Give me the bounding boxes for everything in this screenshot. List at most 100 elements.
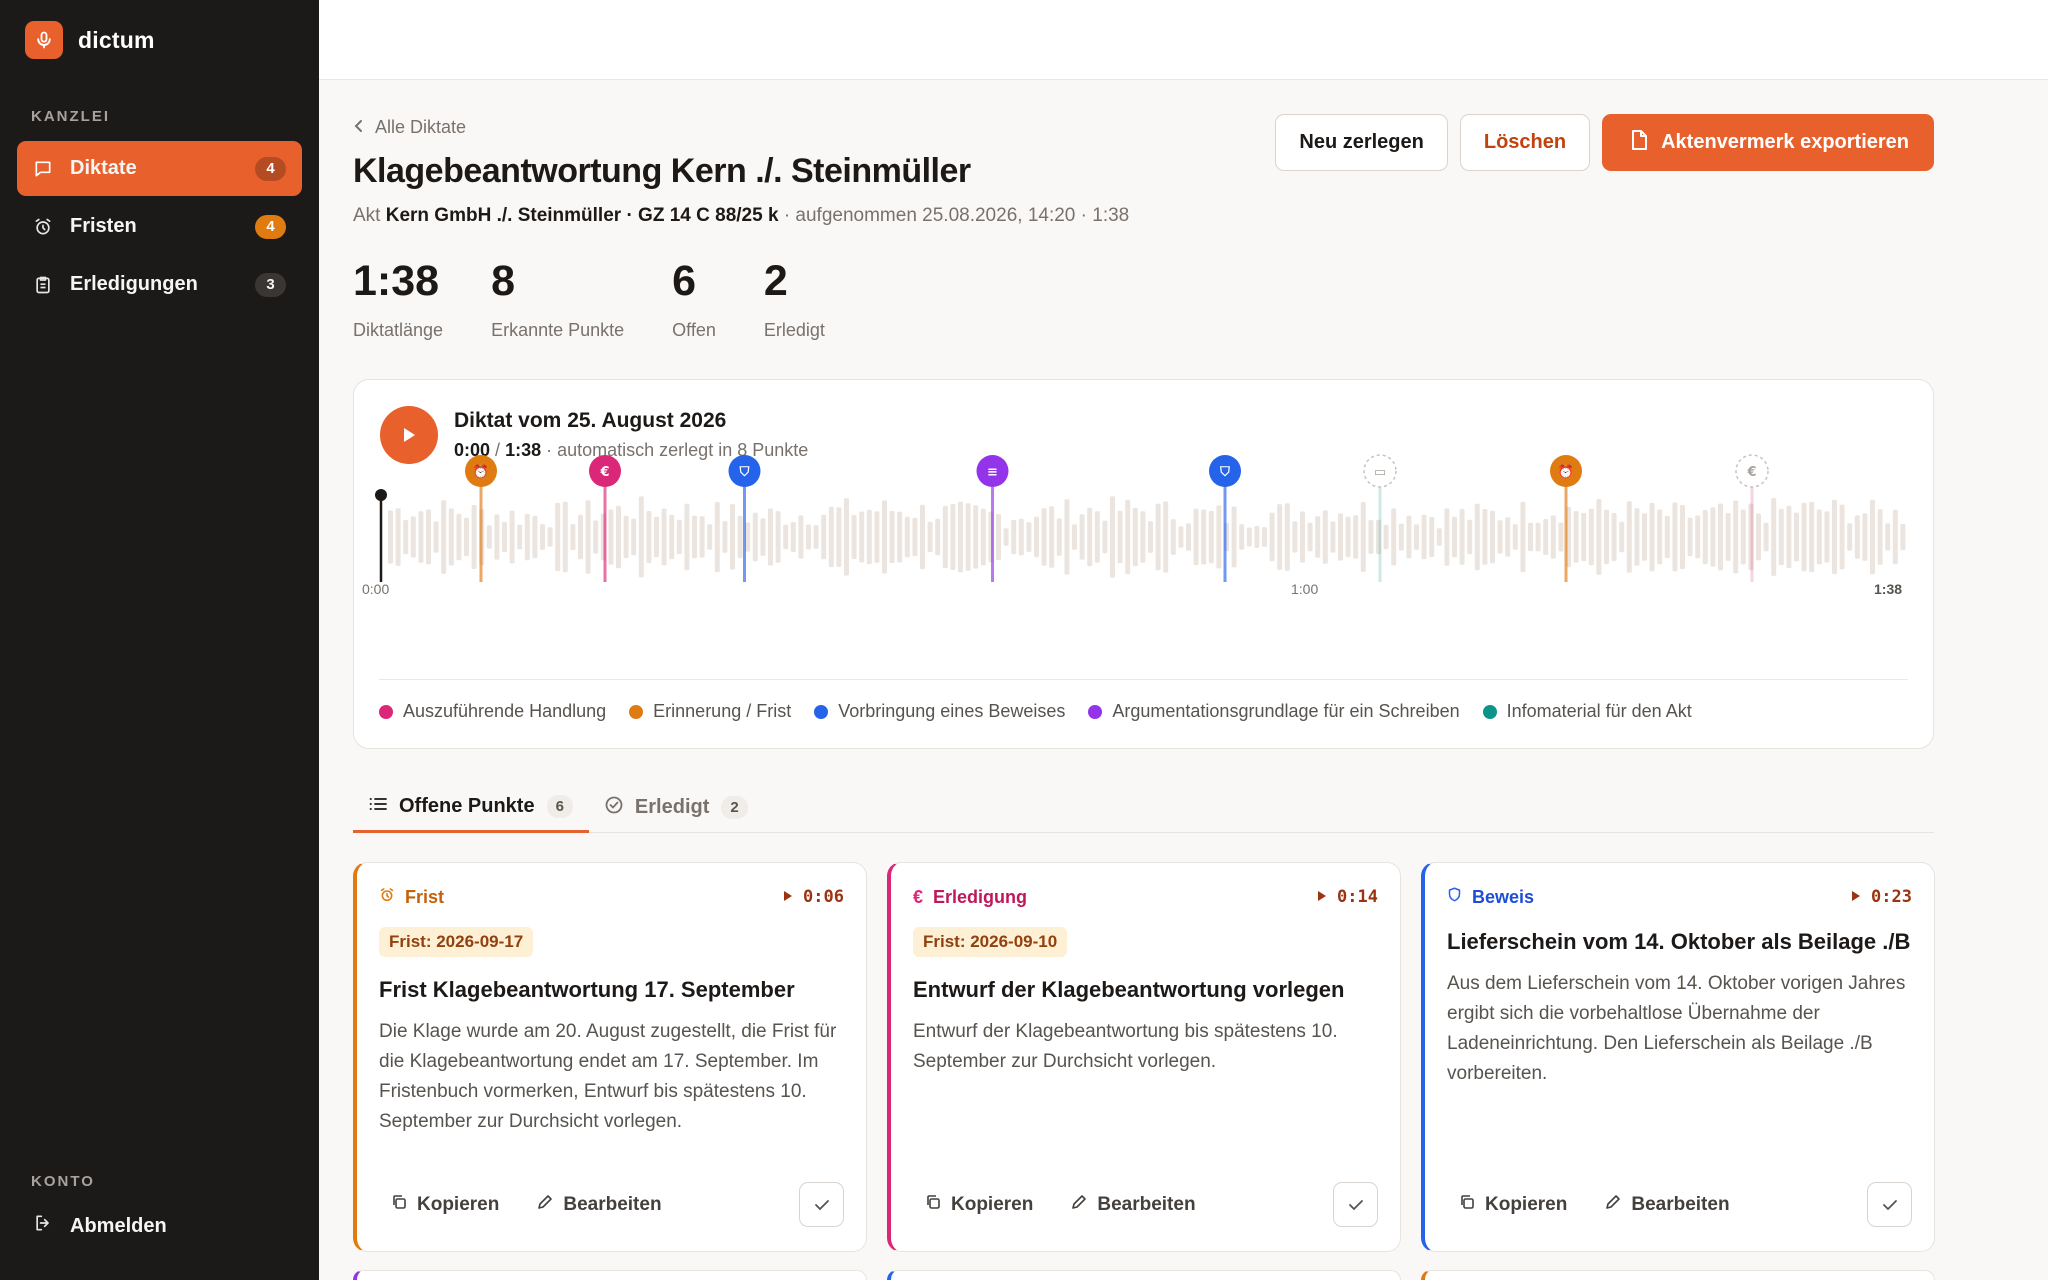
waveform-bar: [1771, 498, 1777, 576]
waveform-bar: [426, 509, 431, 565]
delete-button[interactable]: Löschen: [1459, 114, 1591, 171]
waveform-bar: [1801, 502, 1807, 572]
jump-to-time-button[interactable]: 0:23: [1851, 887, 1912, 907]
back-link[interactable]: Alle Diktate: [353, 117, 466, 138]
stat-label: Offen: [672, 320, 716, 340]
waveform-bar: [623, 515, 629, 559]
edit-button[interactable]: Bearbeiten: [525, 1194, 662, 1216]
jump-to-time-button[interactable]: 0:14: [1317, 887, 1378, 907]
mark-done-button[interactable]: [799, 1182, 844, 1227]
jump-to-time-button[interactable]: 0:06: [783, 887, 844, 907]
waveform-bar: [1102, 520, 1108, 554]
sidebar-item-fristen[interactable]: Fristen 4: [17, 199, 302, 254]
stat-value: 6: [672, 257, 697, 305]
check-icon: [814, 1199, 829, 1210]
waveform-bar: [714, 502, 720, 573]
tab-open-items[interactable]: Offene Punkte 6: [353, 782, 589, 833]
time-label-end: 1:38: [1874, 581, 1902, 597]
logout-icon: [33, 1213, 53, 1239]
stat-done: 2 Erledigt: [764, 260, 825, 341]
waveform-bar: [1733, 500, 1739, 574]
waveform-bar: [433, 521, 439, 553]
waveform-bar: [1809, 501, 1815, 573]
waveform-bar: [1262, 527, 1267, 547]
copy-button[interactable]: Kopieren: [1447, 1194, 1567, 1216]
waveform-bar: [980, 508, 986, 566]
play-button[interactable]: [380, 406, 438, 464]
sidebar-item-erledigungen[interactable]: Erledigungen 3: [17, 257, 302, 312]
stat-duration: 1:38 Diktatlänge: [353, 260, 443, 341]
waveform-bar: [866, 509, 872, 565]
waveform-bar: [1847, 523, 1853, 551]
waveform-bar: [874, 511, 880, 563]
waveform-bar: [1505, 517, 1511, 557]
waveform-bar: [821, 514, 827, 560]
count-badge: 4: [255, 156, 286, 181]
waveform-bar: [1512, 524, 1518, 550]
waveform-bar: [1740, 509, 1746, 565]
sidebar-item-diktate[interactable]: Diktate 4: [17, 141, 302, 196]
waveform-bar: [1239, 524, 1245, 550]
waveform-bar: [494, 514, 500, 560]
edit-button[interactable]: Bearbeiten: [1593, 1194, 1730, 1216]
stat-open: 6 Offen: [672, 260, 716, 341]
mark-done-button[interactable]: [1333, 1182, 1378, 1227]
copy-button[interactable]: Kopieren: [913, 1194, 1033, 1216]
sidebar-item-label: Fristen: [70, 215, 137, 237]
tab-label: Offene Punkte: [399, 794, 535, 817]
task-card[interactable]: Frist 0:06 Frist: 2026-09-17 Frist Klage…: [353, 862, 867, 1252]
play-icon: [404, 428, 415, 442]
shield-icon: ⛉: [739, 465, 750, 480]
edit-button[interactable]: Bearbeiten: [1059, 1194, 1196, 1216]
waveform-bar: [950, 504, 956, 570]
waveform[interactable]: ⏰ € ⛉ ≡ ⛉ ▭ ⏰ € 0:00 1:00 1:38: [354, 454, 1935, 600]
waveform-bar: [517, 524, 523, 550]
waveform-bar: [1018, 518, 1024, 556]
card-type: € Erledigung: [913, 887, 1027, 908]
waveform-bar: [790, 522, 796, 552]
legend-dot: [1088, 704, 1103, 719]
task-card-peek[interactable]: [887, 1270, 1401, 1280]
task-card-peek[interactable]: [353, 1270, 867, 1280]
task-card[interactable]: Beweis 0:23 Lieferschein vom 14. Oktober…: [1421, 862, 1935, 1252]
waveform-bar: [1034, 516, 1039, 558]
task-card[interactable]: € Erledigung 0:14 Frist: 2026-09-10 Entw…: [887, 862, 1401, 1252]
card-type: Beweis: [1447, 886, 1534, 908]
export-button[interactable]: Aktenvermerk exportieren: [1602, 114, 1934, 171]
waveform-bar: [730, 504, 735, 570]
waveform-bar: [1657, 509, 1663, 565]
resplit-button[interactable]: Neu zerlegen: [1275, 114, 1448, 171]
waveform-bar: [676, 519, 682, 555]
mark-done-button[interactable]: [1867, 1182, 1912, 1227]
shield-icon: ⛉: [1219, 465, 1230, 480]
waveform-bar: [1642, 513, 1647, 561]
waveform-bar: [912, 517, 918, 557]
card-type: Frist: [379, 887, 444, 908]
logout-button[interactable]: Abmelden: [33, 1213, 167, 1239]
waveform-marker[interactable]: ⏰: [465, 455, 497, 582]
playhead-handle[interactable]: [375, 489, 387, 501]
waveform-bar: [1193, 508, 1199, 566]
task-card-peek[interactable]: [1421, 1270, 1935, 1280]
chevron-left-icon: [353, 117, 365, 138]
waveform-bar: [555, 502, 561, 572]
tab-label: Erledigt: [634, 796, 710, 818]
card-title: Entwurf der Klagebeantwortung vorlegen: [913, 977, 1345, 1002]
microphone-icon: [25, 21, 63, 59]
stat-value: 8: [491, 257, 515, 305]
waveform-bar: [1482, 509, 1488, 565]
tab-done[interactable]: Erledigt 2: [589, 782, 764, 833]
check-circle-icon: [605, 796, 623, 820]
brand[interactable]: dictum: [25, 21, 155, 59]
waveform-bar: [1581, 512, 1587, 562]
waveform-bar: [1201, 509, 1207, 565]
case-meta-prefix: Akt: [353, 205, 381, 226]
waveform-bar: [844, 498, 849, 576]
waveform-bar: [1429, 516, 1435, 558]
card-type-label: Erledigung: [933, 886, 1028, 907]
case-meta-suffix: · aufgenommen 25.08.2026, 14:20 · 1:38: [783, 205, 1130, 226]
waveform-bar: [1680, 505, 1685, 570]
card-time-label: 0:23: [1871, 887, 1912, 907]
copy-button[interactable]: Kopieren: [379, 1194, 499, 1216]
pencil-icon: [537, 1194, 553, 1216]
